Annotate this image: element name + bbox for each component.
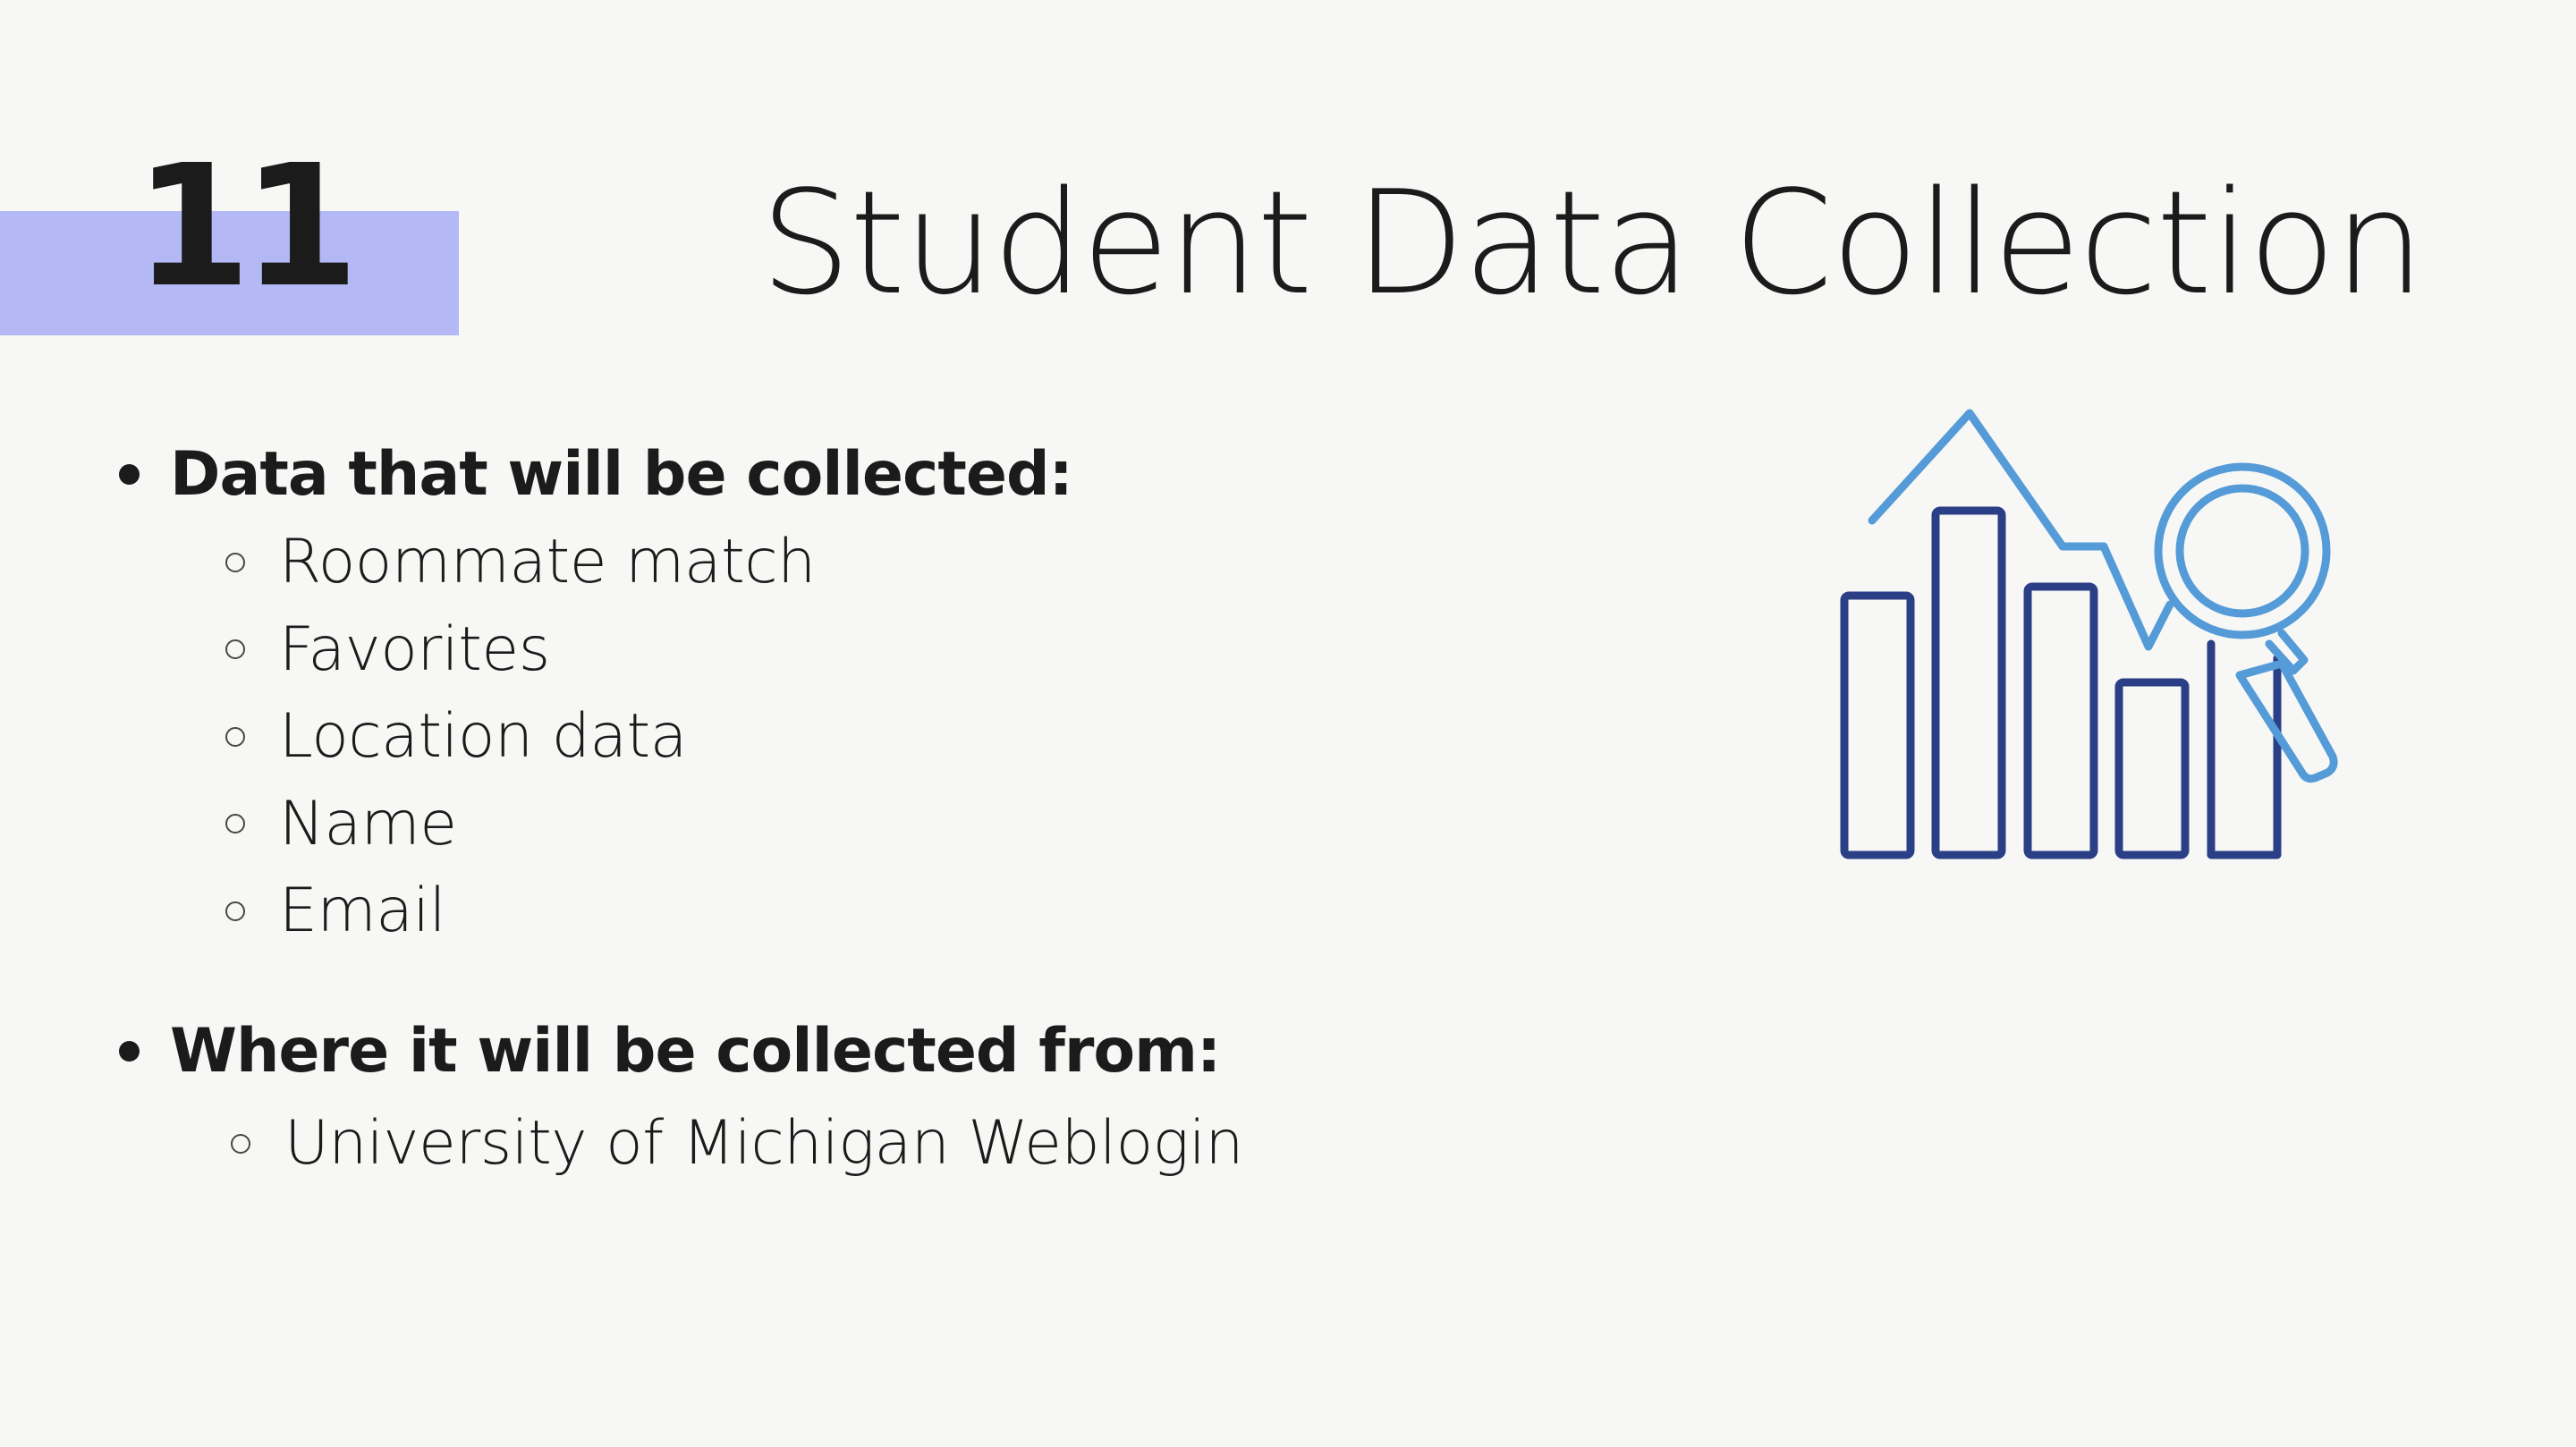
section-data-collected: Data that will be collected: Roommate ma… <box>116 429 1547 955</box>
slide-title: Student Data Collection <box>760 159 2425 326</box>
bullet-dot <box>119 1041 140 1062</box>
sub-item-text: Favorites <box>279 613 550 685</box>
sub-item-text: University of Michigan Weblogin <box>284 1108 1243 1179</box>
trend-line <box>1868 409 2174 651</box>
hollow-bullet <box>225 552 245 572</box>
hollow-bullet <box>225 814 245 834</box>
sub-list: Roommate match Favorites Location data N… <box>116 519 1547 955</box>
sub-list-item: Name <box>116 781 1547 868</box>
section-collection-source: Where it will be collected from: Univers… <box>116 1007 1547 1191</box>
bar-group <box>1840 506 2282 859</box>
sub-list-item: Roommate match <box>116 519 1547 606</box>
slide-number: 11 <box>134 129 360 325</box>
chart-bar <box>1931 506 2006 859</box>
magnifier-lens <box>2175 484 2309 618</box>
chart-bar <box>2023 582 2098 859</box>
sub-item-text: Email <box>279 876 446 947</box>
hollow-bullet <box>225 726 245 747</box>
bullet-item: Where it will be collected from: <box>116 1007 1547 1096</box>
hollow-bullet <box>231 1133 250 1154</box>
sub-list-item: Email <box>116 867 1547 955</box>
sub-list: University of Michigan Weblogin <box>116 1096 1547 1191</box>
chart-bar <box>1840 591 1915 859</box>
sub-list-item: University of Michigan Weblogin <box>116 1096 1547 1191</box>
slide: 11 Student Data Collection Data that wil… <box>0 0 2576 1447</box>
bullet-heading: Data that will be collected: <box>170 438 1073 510</box>
sub-list-item: Favorites <box>116 606 1547 694</box>
sub-item-text: Name <box>279 788 457 859</box>
chart-bar <box>2114 678 2190 859</box>
sub-item-text: Roommate match <box>279 527 816 598</box>
magnifier-handle <box>2235 659 2338 783</box>
content-list: Data that will be collected: Roommate ma… <box>116 429 1547 1191</box>
bar-chart-magnifier-icon <box>1840 409 2338 859</box>
sub-item-text: Location data <box>279 701 687 773</box>
bullet-item: Data that will be collected: <box>116 429 1547 519</box>
hollow-bullet <box>225 639 245 660</box>
sub-list-item: Location data <box>116 693 1547 781</box>
bullet-heading: Where it will be collected from: <box>170 1016 1221 1087</box>
hollow-bullet <box>225 901 245 921</box>
bullet-dot <box>119 463 140 485</box>
